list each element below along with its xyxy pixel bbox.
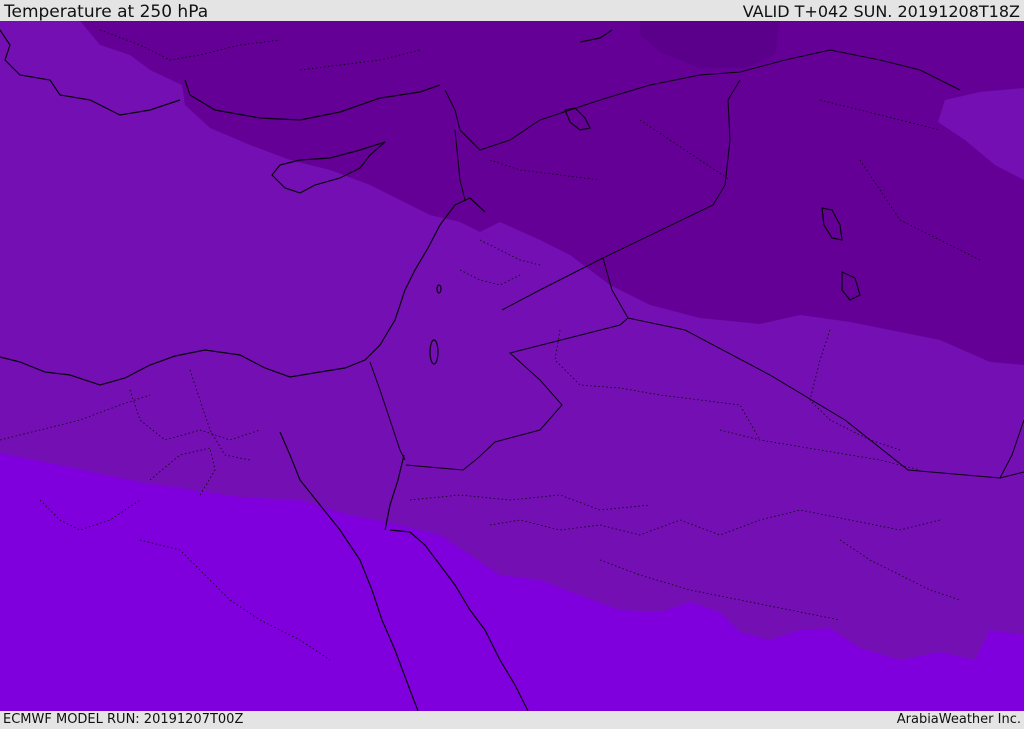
weather-map[interactable] xyxy=(0,21,1024,711)
map-title: Temperature at 250 hPa xyxy=(4,2,209,22)
credit-label: ArabiaWeather Inc. xyxy=(896,712,1021,727)
header-bar: Temperature at 250 hPa VALID T+042 SUN. … xyxy=(0,0,1024,21)
model-run-label: ECMWF MODEL RUN: 20191207T00Z xyxy=(3,712,244,727)
valid-time-label: VALID T+042 SUN. 20191208T18Z xyxy=(742,2,1020,21)
footer-bar: ECMWF MODEL RUN: 20191207T00Z ArabiaWeat… xyxy=(0,711,1024,729)
